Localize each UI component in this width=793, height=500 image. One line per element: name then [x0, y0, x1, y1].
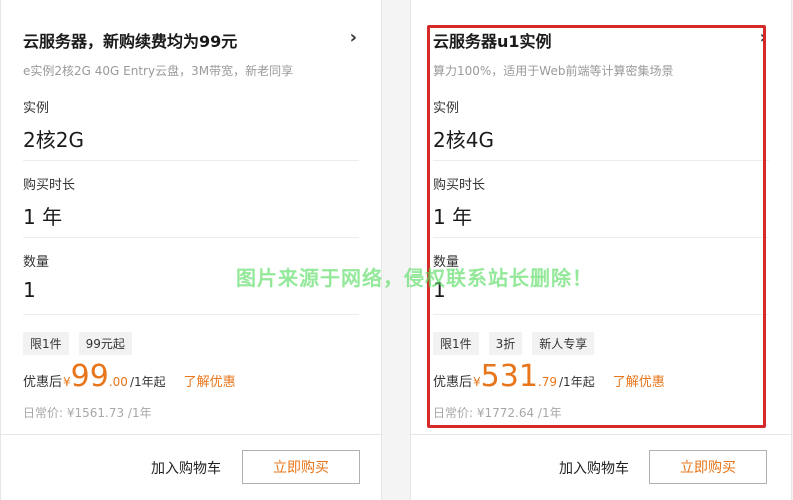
tag-price-from: 99元起 [78, 332, 132, 355]
learn-discount-link[interactable]: 了解优惠 [613, 371, 665, 390]
card-header[interactable]: 云服务器u1实例 › 算力100%，适用于Web前端等计算密集场景 [433, 28, 767, 79]
quantity-label: 数量 [433, 255, 460, 270]
quantity-field[interactable]: 数量 1 [23, 251, 359, 328]
card-subtitle: e实例2核2G 40G Entry云盘，3M带宽，新老同享 [23, 64, 294, 78]
instance-label: 实例 [433, 101, 460, 116]
instance-value[interactable]: 2核2G [23, 124, 359, 153]
duration-field[interactable]: 购买时长 1 年 [23, 174, 359, 251]
quantity-value[interactable]: 1 [433, 278, 769, 302]
instance-field[interactable]: 实例 2核4G [433, 97, 769, 174]
footer-divider [1, 434, 381, 435]
quantity-value[interactable]: 1 [23, 278, 359, 302]
product-page: 云服务器，新购续费均为99元 › e实例2核2G 40G Entry云盘，3M带… [0, 0, 793, 500]
currency-symbol: ¥ [63, 375, 71, 389]
currency-symbol: ¥ [473, 375, 481, 389]
tag-new-user: 新人专享 [532, 332, 595, 355]
footer-divider [411, 434, 791, 435]
card-title: 云服务器u1实例 [433, 32, 552, 51]
card-title: 云服务器，新购续费均为99元 [23, 32, 238, 51]
divider [23, 237, 359, 238]
add-to-cart-button[interactable]: 加入购物车 [151, 458, 221, 478]
duration-label: 购买时长 [23, 178, 76, 193]
quantity-field[interactable]: 数量 1 [433, 251, 769, 328]
duration-label: 购买时长 [433, 178, 486, 193]
tag-limit: 限1件 [433, 332, 479, 355]
price-integer: 531 [480, 359, 538, 394]
product-card-2c2g: 云服务器，新购续费均为99元 › e实例2核2G 40G Entry云盘，3M带… [0, 0, 382, 500]
card-subtitle: 算力100%，适用于Web前端等计算密集场景 [433, 64, 674, 78]
original-price: 日常价: ¥1561.73 /1年 [23, 406, 152, 420]
price-row: 优惠后 ¥ 531 .79 /1年起 了解优惠 [433, 362, 665, 396]
divider [23, 314, 359, 315]
price-suffix: /1年起 [129, 375, 166, 389]
instance-value[interactable]: 2核4G [433, 124, 769, 153]
price-prefix: 优惠后 [433, 375, 473, 390]
add-to-cart-button[interactable]: 加入购物车 [559, 458, 629, 478]
instance-field[interactable]: 实例 2核2G [23, 97, 359, 174]
divider [433, 314, 769, 315]
duration-field[interactable]: 购买时长 1 年 [433, 174, 769, 251]
instance-label: 实例 [23, 101, 50, 116]
tag-limit: 限1件 [23, 332, 69, 355]
chevron-right-icon[interactable]: › [350, 28, 357, 48]
learn-discount-link[interactable]: 了解优惠 [184, 371, 236, 390]
buy-now-button[interactable]: 立即购买 [242, 450, 360, 484]
buy-now-button[interactable]: 立即购买 [649, 450, 767, 484]
divider [433, 160, 769, 161]
price-suffix: /1年起 [559, 375, 595, 389]
divider [433, 237, 769, 238]
price-decimal: .79 [537, 375, 558, 389]
price-row: 优惠后 ¥ 99 .00 /1年起 了解优惠 [23, 362, 236, 396]
duration-value[interactable]: 1 年 [433, 201, 769, 230]
promo-tags: 限1件 3折 新人专享 [433, 332, 595, 355]
quantity-label: 数量 [23, 255, 50, 270]
chevron-right-icon[interactable]: › [760, 28, 767, 48]
promo-tags: 限1件 99元起 [23, 332, 132, 355]
original-price: 日常价: ¥1772.64 /1年 [433, 406, 562, 420]
card-header[interactable]: 云服务器，新购续费均为99元 › e实例2核2G 40G Entry云盘，3M带… [23, 28, 357, 79]
price-prefix: 优惠后 [23, 375, 63, 390]
duration-value[interactable]: 1 年 [23, 201, 359, 230]
divider [23, 160, 359, 161]
tag-discount: 3折 [488, 332, 523, 355]
price-integer: 99 [70, 359, 109, 394]
price-decimal: .00 [108, 375, 128, 389]
product-card-u1: 云服务器u1实例 › 算力100%，适用于Web前端等计算密集场景 实例 2核4… [410, 0, 792, 500]
